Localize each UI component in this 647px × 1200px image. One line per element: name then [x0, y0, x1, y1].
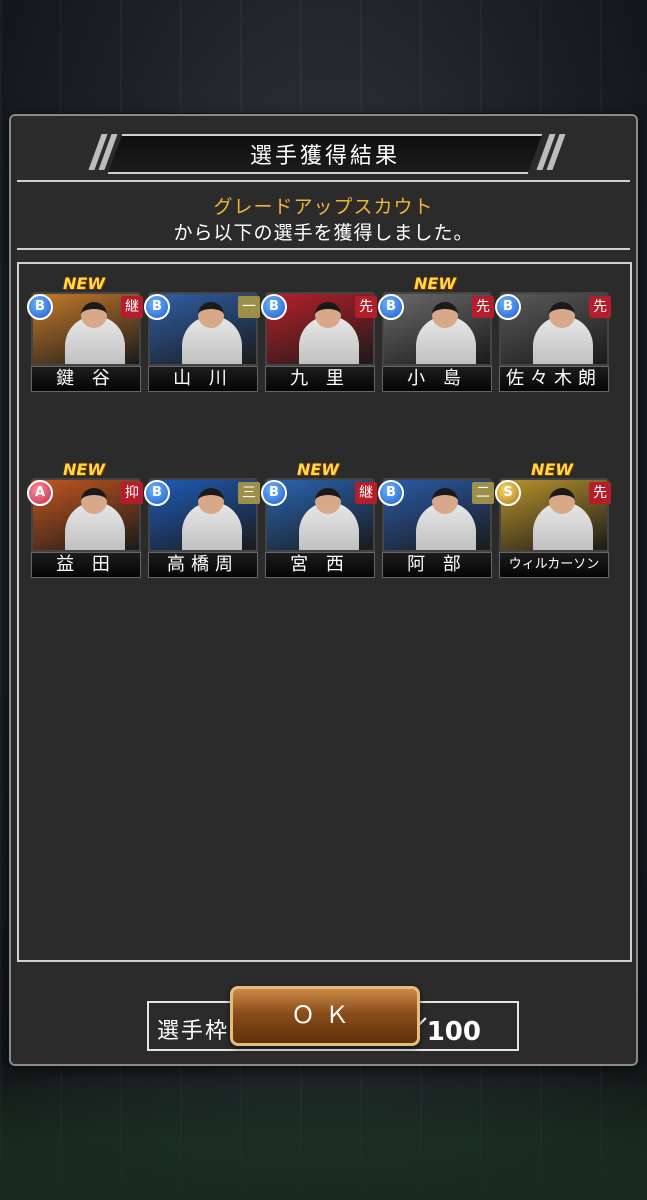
- player-head: [315, 488, 341, 514]
- new-badge: NEW: [63, 274, 105, 293]
- player-name: ウィルカーソン: [499, 552, 609, 578]
- player-head: [432, 488, 458, 514]
- player-name: 鍵 谷: [31, 366, 141, 392]
- position-badge: 継: [355, 482, 377, 504]
- player-card[interactable]: 高橋周 B 三: [144, 466, 260, 578]
- player-name: 阿 部: [382, 552, 492, 578]
- player-head: [81, 302, 107, 328]
- new-badge: NEW: [297, 460, 339, 479]
- result-dialog: 選手獲得結果 グレードアップスカウト から以下の選手を獲得しました。 鍵 谷B継…: [9, 114, 638, 1066]
- player-card[interactable]: 佐々木朗 B 先: [495, 280, 611, 392]
- grade-badge: S: [495, 480, 521, 506]
- player-name: 益 田: [31, 552, 141, 578]
- player-name: 宮 西: [265, 552, 375, 578]
- player-head: [549, 302, 575, 328]
- player-card[interactable]: 山 川 B 一: [144, 280, 260, 392]
- player-card[interactable]: 宮 西 B 継 NEW: [261, 460, 377, 578]
- ok-button[interactable]: ＯＫ: [230, 986, 420, 1046]
- grade-badge: B: [144, 480, 170, 506]
- player-head: [432, 302, 458, 328]
- grade-badge: B: [261, 294, 287, 320]
- grade-badge: B: [495, 294, 521, 320]
- position-badge: 一: [238, 296, 260, 318]
- new-badge: NEW: [531, 460, 573, 479]
- player-head: [198, 488, 224, 514]
- position-badge: 先: [589, 296, 611, 318]
- player-card[interactable]: ウィルカーソン S 先 NEW: [495, 460, 611, 578]
- grade-badge: B: [27, 294, 53, 320]
- player-name: 佐々木朗: [499, 366, 609, 392]
- player-card[interactable]: 九 里 B 先: [261, 280, 377, 392]
- player-card[interactable]: 阿 部 B 二: [378, 466, 494, 578]
- position-badge: 二: [472, 482, 494, 504]
- player-head: [315, 302, 341, 328]
- title-divider: [17, 180, 630, 182]
- player-card[interactable]: 小 島 B 先 NEW: [378, 274, 494, 392]
- grade-badge: B: [378, 480, 404, 506]
- player-card[interactable]: 鍵 谷 B 継 NEW: [27, 274, 143, 392]
- position-badge: 継: [121, 296, 143, 318]
- position-badge: 抑: [121, 482, 143, 504]
- player-card[interactable]: 益 田 A 抑 NEW: [27, 460, 143, 578]
- player-head: [549, 488, 575, 514]
- result-message: から以下の選手を獲得しました。: [173, 222, 474, 244]
- new-badge: NEW: [63, 460, 105, 479]
- position-badge: 三: [238, 482, 260, 504]
- field-background: [0, 1050, 647, 1200]
- grade-badge: B: [144, 294, 170, 320]
- player-name: 小 島: [382, 366, 492, 392]
- subtitle-divider: [17, 248, 630, 250]
- player-head: [198, 302, 224, 328]
- position-badge: 先: [355, 296, 377, 318]
- position-badge: 先: [589, 482, 611, 504]
- title-bar: 選手獲得結果: [25, 134, 625, 174]
- grade-badge: A: [27, 480, 53, 506]
- position-badge: 先: [472, 296, 494, 318]
- player-name: 山 川: [148, 366, 258, 392]
- player-name: 高橋周: [148, 552, 258, 578]
- new-badge: NEW: [414, 274, 456, 293]
- player-name: 九 里: [265, 366, 375, 392]
- player-grid: 鍵 谷 B 継 NEW 山 川B一九 里B先小 島 B 先 NEW 佐々木朗 B 先益 田 A 抑 NEW…: [17, 262, 632, 1051]
- grade-badge: B: [261, 480, 287, 506]
- dialog-title: 選手獲得結果: [249, 144, 400, 169]
- scout-name: グレードアップスカウト: [213, 196, 434, 218]
- grade-badge: B: [378, 294, 404, 320]
- player-head: [81, 488, 107, 514]
